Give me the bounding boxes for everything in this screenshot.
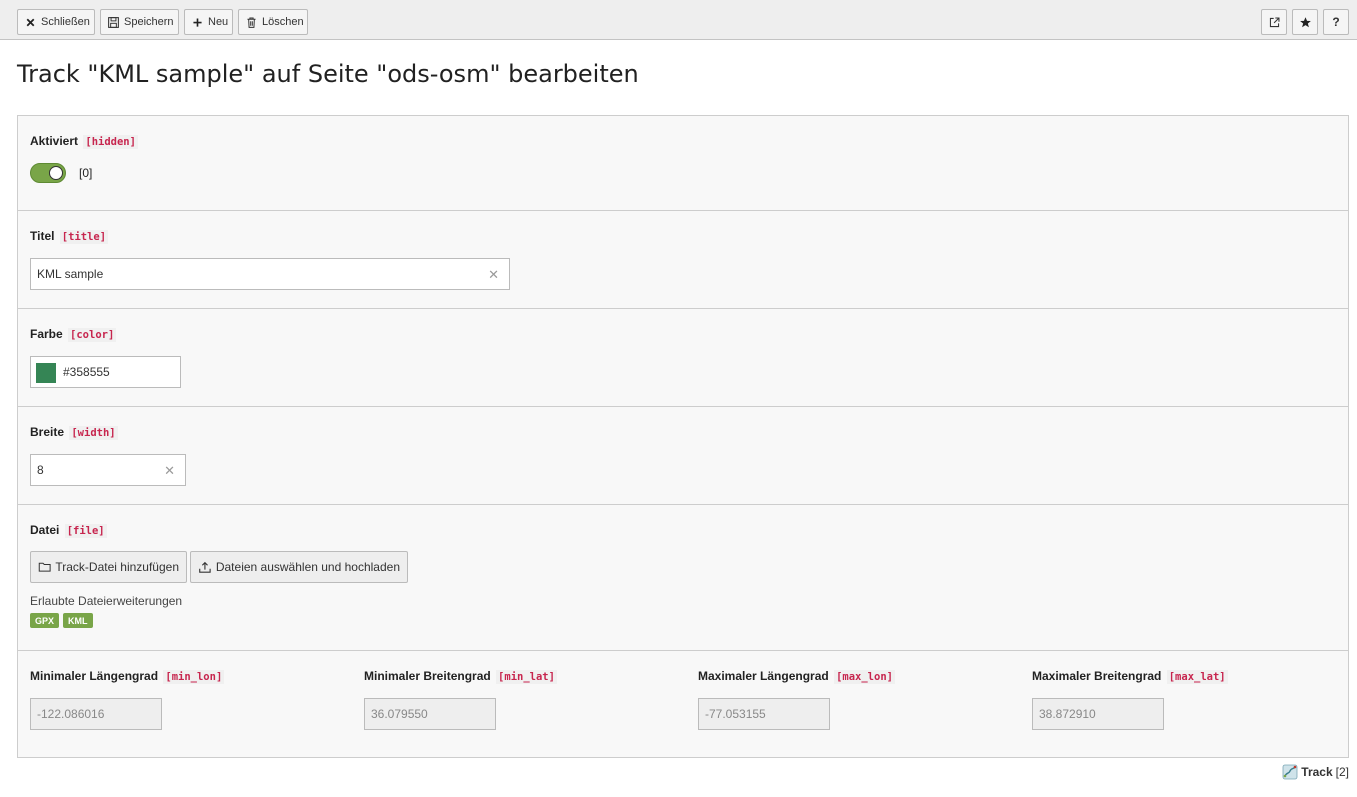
max-lat-field-code: [max_lat]	[1166, 670, 1228, 684]
save-button-label: Speichern	[124, 16, 174, 28]
min-lon-field-label: Minimaler Längengrad [min_lon]	[30, 669, 225, 684]
save-button[interactable]: Speichern	[100, 9, 179, 35]
color-label-text: Farbe	[30, 327, 63, 341]
plus-icon	[193, 17, 202, 27]
title-input[interactable]: KML sample ✕	[30, 258, 510, 290]
folder-icon	[38, 562, 51, 572]
hidden-label-text: Aktiviert	[30, 134, 79, 148]
max-lon-value: -77.053155	[705, 707, 766, 721]
min-lat-field-code: [min_lat]	[496, 670, 557, 684]
external-link-icon	[1269, 17, 1279, 27]
max-lat-field-label: Maximaler Breitengrad [max_lat]	[1032, 669, 1228, 684]
record-type: Track	[1301, 765, 1333, 779]
color-field-label: Farbe [color]	[30, 327, 117, 342]
hidden-field-section: Aktiviert [hidden] [0]	[18, 116, 1348, 211]
color-field-section: Farbe [color] #358555	[18, 309, 1348, 407]
new-button-label: Neu	[208, 16, 229, 28]
record-uid: [2]	[1335, 765, 1349, 779]
delete-button[interactable]: Löschen	[238, 9, 308, 35]
clear-width-icon[interactable]: ✕	[164, 463, 175, 479]
upload-icon	[199, 561, 211, 573]
width-input-value: 8	[37, 463, 44, 477]
bookmark-button[interactable]	[1292, 9, 1318, 35]
max-lat-input: 38.872910	[1032, 698, 1164, 730]
min-lat-field-label: Minimaler Breitengrad [min_lat]	[364, 669, 557, 684]
color-input[interactable]: #358555	[30, 356, 181, 388]
add-track-file-label: Track-Datei hinzufügen	[55, 560, 179, 574]
allowed-extensions-label: Erlaubte Dateierweiterungen	[30, 594, 183, 608]
max-lon-label-text: Maximaler Längengrad	[698, 669, 829, 683]
max-lat-value: 38.872910	[1039, 707, 1096, 721]
view-page-button[interactable]	[1261, 9, 1287, 35]
hidden-toggle[interactable]	[30, 163, 66, 183]
max-lat-label-text: Maximaler Breitengrad	[1032, 669, 1162, 683]
color-swatch[interactable]	[36, 363, 56, 383]
width-field-code: [width]	[69, 426, 118, 440]
hidden-field-code: [hidden]	[83, 135, 138, 149]
min-lat-value: 36.079550	[371, 707, 428, 721]
delete-button-label: Löschen	[262, 16, 304, 28]
bounds-field-section: Minimaler Längengrad [min_lon] -122.0860…	[18, 651, 1348, 757]
title-field-section: Titel [title] KML sample ✕	[18, 211, 1348, 309]
track-record-icon[interactable]	[1282, 764, 1298, 780]
title-label-text: Titel	[30, 229, 55, 243]
min-lon-value: -122.086016	[37, 707, 105, 721]
width-field-section: Breite [width] 8 ✕	[18, 407, 1348, 505]
width-field-label: Breite [width]	[30, 425, 118, 440]
close-button[interactable]: Schließen	[17, 9, 95, 35]
min-lat-label-text: Minimaler Breitengrad	[364, 669, 491, 683]
min-lat-input: 36.079550	[364, 698, 496, 730]
extension-badge-gpx: GPX	[30, 613, 60, 628]
upload-files-button[interactable]: Dateien auswählen und hochladen	[190, 551, 408, 583]
max-lon-field-code: [max_lon]	[834, 670, 895, 684]
file-field-label: Datei [file]	[30, 523, 107, 538]
max-lon-field-label: Maximaler Längengrad [max_lon]	[698, 669, 895, 684]
title-input-value: KML sample	[37, 267, 104, 281]
min-lon-input: -122.086016	[30, 698, 162, 730]
page-title: Track "KML sample" auf Seite "ods-osm" b…	[17, 60, 639, 88]
min-lon-label-text: Minimaler Längengrad	[30, 669, 159, 683]
close-button-label: Schließen	[41, 16, 90, 28]
color-input-value: #358555	[63, 365, 110, 379]
width-label-text: Breite	[30, 425, 65, 439]
extension-badge-kml: KML	[63, 613, 93, 628]
help-button[interactable]: ?	[1323, 9, 1349, 35]
clear-title-icon[interactable]: ✕	[488, 267, 499, 283]
record-edit-form: Aktiviert [hidden] [0] Titel [title] KML…	[17, 115, 1349, 758]
title-field-label: Titel [title]	[30, 229, 109, 244]
new-button[interactable]: Neu	[184, 9, 233, 35]
close-icon	[26, 18, 35, 26]
hidden-field-label: Aktiviert [hidden]	[30, 134, 138, 149]
color-field-code: [color]	[68, 328, 117, 342]
save-icon	[108, 16, 119, 28]
record-info: Track [2]	[1282, 764, 1349, 780]
file-label-text: Datei	[30, 523, 60, 537]
hidden-toggle-value: [0]	[79, 166, 93, 180]
width-input[interactable]: 8 ✕	[30, 454, 186, 486]
doc-header-toolbar: Schließen Speichern Neu Löschen ?	[0, 0, 1357, 40]
upload-files-label: Dateien auswählen und hochladen	[215, 560, 400, 574]
help-button-label: ?	[1332, 15, 1340, 29]
file-field-code: [file]	[64, 524, 107, 538]
file-field-section: Datei [file] Track-Datei hinzufügen Date…	[18, 505, 1348, 651]
add-track-file-button[interactable]: Track-Datei hinzufügen	[30, 551, 187, 583]
max-lon-input: -77.053155	[698, 698, 830, 730]
star-icon	[1299, 16, 1311, 27]
toggle-knob	[49, 166, 63, 180]
title-field-code: [title]	[59, 230, 109, 244]
trash-icon	[247, 17, 256, 28]
min-lon-field-code: [min_lon]	[163, 670, 225, 684]
